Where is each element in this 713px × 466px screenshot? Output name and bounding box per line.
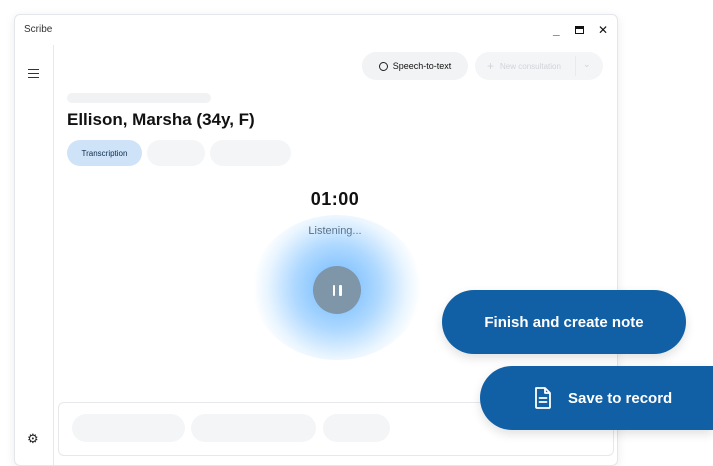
tab-placeholder <box>210 140 291 166</box>
tab-transcription[interactable]: Transcription <box>67 140 142 166</box>
patient-name: Ellison, Marsha (34y, F) <box>67 110 255 129</box>
chevron-down-icon[interactable]: ⌄ <box>583 59 591 70</box>
speech-to-text-button[interactable]: Speech-to-text <box>362 52 468 80</box>
pause-icon <box>339 284 342 296</box>
title-bar: Scribe _ ✕ <box>15 15 617 45</box>
button-divider <box>575 56 576 76</box>
skeleton-placeholder <box>67 93 211 103</box>
app-title: Scribe <box>24 24 53 35</box>
pause-button[interactable] <box>313 266 361 314</box>
chat-bubble-icon <box>378 61 388 71</box>
hamburger-icon[interactable] <box>28 69 39 79</box>
toolbar-placeholder <box>191 414 316 442</box>
minimize-icon[interactable]: _ <box>553 23 560 37</box>
gear-icon[interactable]: ⚙ <box>27 431 39 447</box>
toolbar-placeholder <box>323 414 390 442</box>
finish-label: Finish and create note <box>484 313 644 331</box>
finish-and-create-note-button[interactable]: Finish and create note <box>442 290 686 354</box>
maximize-icon[interactable] <box>575 26 584 34</box>
new-consultation-button[interactable]: + New consultation ⌄ <box>475 52 603 80</box>
sidebar: ⚙ <box>15 45 54 465</box>
tab-placeholder <box>147 140 205 166</box>
recording-timer: 01:00 <box>310 189 360 209</box>
save-to-record-button[interactable]: Save to record <box>480 366 713 430</box>
save-label: Save to record <box>568 389 673 407</box>
plus-icon: + <box>487 59 495 73</box>
close-icon[interactable]: ✕ <box>598 23 608 37</box>
new-consultation-label: New consultation <box>500 61 561 71</box>
speech-to-text-label: Speech-to-text <box>392 61 452 71</box>
document-icon <box>535 387 551 409</box>
pause-icon <box>332 284 335 296</box>
toolbar-placeholder <box>72 414 185 442</box>
